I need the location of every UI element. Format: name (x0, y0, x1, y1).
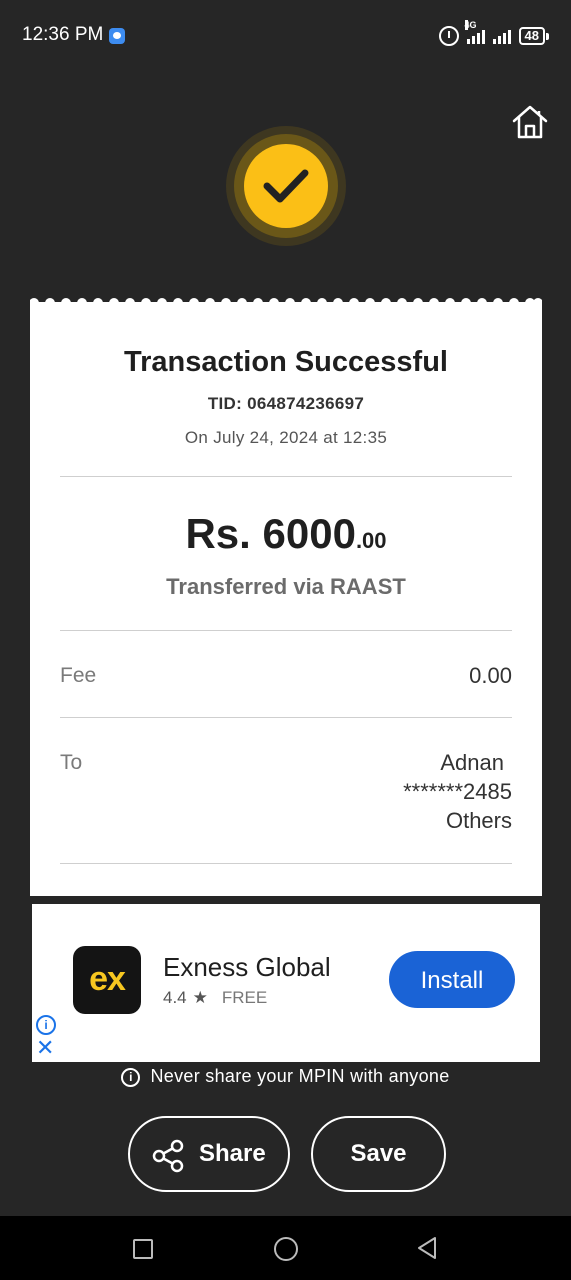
divider (60, 630, 512, 631)
security-notice-text: Never share your MPIN with anyone (150, 1066, 450, 1086)
amount-main: Rs. 6000 (185, 510, 356, 557)
share-button[interactable]: Share (128, 1116, 290, 1192)
alarm-icon (438, 26, 459, 46)
recipient-account: *******2485 (403, 779, 512, 804)
home-nav-button[interactable] (274, 1237, 298, 1261)
amount-decimal: .00 (355, 528, 387, 553)
back-button[interactable] (416, 1236, 438, 1260)
star-icon: ★ (192, 988, 208, 1007)
ad-rating: 4.4 ★ FREE (163, 988, 267, 1008)
battery-icon: 48 (518, 27, 549, 45)
security-notice: i Never share your MPIN with anyone (0, 1066, 571, 1087)
transaction-title: Transaction Successful (124, 346, 448, 378)
recipient-name: Adnan (440, 750, 504, 775)
ad-rating-value: 4.4 (163, 988, 187, 1007)
ad-banner[interactable]: ex Exness Global 4.4 ★ FREE Install i ✕ (32, 904, 540, 1062)
home-button[interactable] (510, 102, 550, 142)
ad-app-name[interactable]: Exness Global (163, 952, 331, 983)
share-label: Share (199, 1140, 266, 1167)
divider (60, 476, 512, 477)
ad-logo-text: ex (89, 960, 126, 998)
checkmark-icon (263, 169, 309, 203)
transaction-date: On July 24, 2024 at 12:35 (184, 428, 388, 447)
ad-app-logo[interactable]: ex (73, 946, 141, 1014)
navigation-bar (0, 1216, 571, 1280)
battery-level: 48 (518, 27, 545, 45)
ad-close-icon[interactable]: ✕ (36, 1037, 54, 1059)
recent-apps-button[interactable] (133, 1239, 153, 1259)
signal-4g-icon: 4G (464, 20, 485, 44)
recipient-bank: Others (445, 808, 512, 833)
amount: Rs. 6000.00 (30, 510, 542, 558)
home-icon (512, 105, 548, 139)
status-icons: 4G 48 (438, 20, 549, 46)
fee-value: 0.00 (469, 663, 512, 688)
to-label: To (60, 751, 83, 774)
share-icon (152, 1139, 184, 1173)
divider (60, 717, 512, 718)
save-button[interactable]: Save (311, 1116, 446, 1192)
message-notification-icon (109, 28, 125, 44)
recipient-details: Adnan *******2485 Others (403, 748, 512, 835)
status-time: 12:36 PM (22, 24, 104, 45)
network-type: 4G (464, 20, 477, 30)
status-bar: 12:36 PM 4G 48 (0, 0, 571, 72)
receipt-card: Transaction Successful TID: 064874236697… (30, 304, 542, 896)
install-button[interactable]: Install (389, 951, 515, 1008)
transaction-id: TID: 064874236697 (207, 394, 365, 413)
success-badge (226, 126, 346, 246)
ad-price: FREE (221, 988, 268, 1007)
fee-label: Fee (60, 664, 97, 687)
transfer-method: Transferred via RAAST (166, 574, 406, 599)
info-icon: i (121, 1068, 141, 1087)
ad-info-icon[interactable]: i (36, 1015, 56, 1035)
signal-icon (492, 28, 511, 44)
divider (60, 863, 512, 864)
